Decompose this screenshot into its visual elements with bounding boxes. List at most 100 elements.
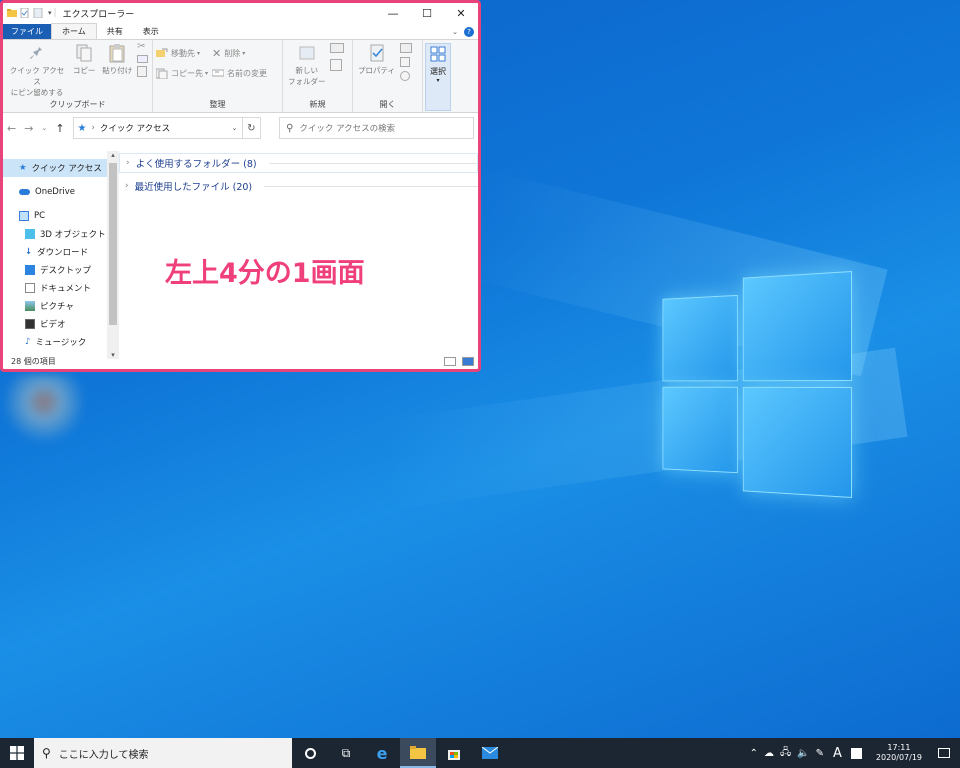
edge-button[interactable]: e [364,738,400,768]
chevron-up-icon[interactable]: ⌃ [750,748,758,759]
volume-icon[interactable]: 🔈 [797,748,809,759]
taskbar-search[interactable]: ⚲ ここに入力して検索 [34,738,292,768]
nav-label: ドキュメント [40,284,92,294]
tab-home[interactable]: ホーム [51,23,97,39]
new-folder-label-1: 新しい [295,66,319,75]
organize-group-label: 整理 [209,100,226,109]
copy-to-button[interactable]: コピー先 ▾ [156,63,208,83]
new-folder-button[interactable]: 新しい フォルダー [288,43,326,87]
video-icon [25,319,35,329]
open-group-label: 開く [379,100,396,109]
select-button[interactable]: 選択 ▾ [425,43,451,111]
input-method-icon[interactable] [850,747,862,759]
scroll-up-icon[interactable]: ▴ [107,151,119,159]
window-title: エクスプローラー [62,9,135,20]
nav-item-music[interactable]: ♪ ミュージック [3,333,107,351]
desktop-icon-blurred[interactable] [4,374,86,444]
new-item-icon[interactable] [330,43,345,53]
scroll-thumb[interactable] [109,163,117,325]
edit-icon[interactable] [399,57,410,67]
tab-share[interactable]: 共有 [97,24,133,39]
details-view-icon[interactable] [444,356,456,366]
start-button[interactable] [0,738,34,768]
download-arrow-icon: ↓ [25,247,33,257]
nav-scrollbar[interactable]: ▴ ▾ [107,151,119,359]
new-folder-quick-icon[interactable] [33,8,43,18]
paste-button[interactable]: 貼り付け [102,43,132,76]
network-icon[interactable]: 🖧 [780,745,791,762]
help-icon[interactable]: ? [464,27,474,37]
pin-quick-access-button[interactable]: クイック アクセス にピン留めする [8,43,66,98]
copy-path-icon[interactable] [137,55,149,63]
paste-shortcut-icon[interactable] [137,66,148,77]
paste-icon [109,44,125,63]
navigation-pane[interactable]: ★ クイック アクセス OneDrive PC 3D オブジェクト ↓ ダウンロード… [3,151,107,359]
mail-button[interactable] [472,738,508,768]
maximize-button[interactable]: ☐ [410,7,444,20]
clock[interactable]: 17:11 2020/07/19 [876,743,922,763]
minimize-button[interactable]: — [376,7,410,20]
close-button[interactable]: ✕ [444,7,478,20]
pin-label-1: クイック アクセス [9,66,65,86]
onedrive-tray-icon[interactable]: ☁ [764,748,774,759]
history-icon[interactable] [399,71,410,81]
frequent-folders-section[interactable]: › よく使用するフォルダー (8) [119,153,478,173]
mail-icon [482,747,498,759]
nav-label: ダウンロード [37,248,89,258]
pin-icon [30,45,42,59]
nav-item-videos[interactable]: ビデオ [3,315,107,333]
nav-item-onedrive[interactable]: OneDrive [3,183,107,201]
nav-item-downloads[interactable]: ↓ ダウンロード [3,243,107,261]
search-icon: ⚲ [286,122,294,134]
tab-file[interactable]: ファイル [3,24,51,39]
properties-button[interactable]: プロパティ [358,43,395,76]
refresh-button[interactable]: ↻ [242,117,262,139]
nav-item-pictures[interactable]: ピクチャ [3,297,107,315]
open-icon[interactable] [399,43,412,53]
title-bar[interactable]: ▾ | エクスプローラー — ☐ ✕ [3,3,478,23]
rename-button[interactable]: 名前の変更 [212,63,267,83]
nav-item-desktop[interactable]: デスクトップ [3,261,107,279]
search-box[interactable]: ⚲ クイック アクセスの検索 [279,117,474,139]
expand-ribbon-icon[interactable]: ⌄ [452,28,458,36]
explorer-taskbar-button[interactable] [400,738,436,768]
easy-access-icon[interactable] [330,59,343,71]
paste-label: 貼り付け [102,66,133,75]
move-icon [156,48,168,57]
properties-quick-icon[interactable] [20,8,30,18]
nav-item-pc[interactable]: PC [3,207,107,225]
up-arrow-icon[interactable]: ↑ [55,122,64,135]
store-button[interactable] [436,738,472,768]
cut-icon[interactable]: ✂ [137,41,148,52]
store-bag-icon [448,750,460,760]
notification-icon[interactable] [938,748,950,758]
tab-view[interactable]: 表示 [133,24,169,39]
nav-label: PC [34,211,46,221]
ime-mode[interactable]: A [833,746,842,761]
content-pane[interactable]: › よく使用するフォルダー (8) › 最近使用したファイル (20) 左上4分の1… [119,151,478,359]
quick-access-toolbar-dropdown[interactable]: ▾ [48,9,52,17]
date: 2020/07/19 [875,753,922,762]
task-view-button[interactable]: ⧉ [328,738,364,768]
forward-arrow-icon[interactable]: → [24,122,33,135]
back-arrow-icon[interactable]: ← [7,122,16,135]
nav-item-documents[interactable]: ドキュメント [3,279,107,297]
star-icon: ★ [77,122,87,134]
address-dropdown-icon[interactable]: ⌄ [232,124,238,132]
nav-item-3d-objects[interactable]: 3D オブジェクト [3,225,107,243]
explorer-window[interactable]: ▾ | エクスプローラー — ☐ ✕ ファイル ホーム 共有 表示 ⌄ ? クイ… [0,0,481,372]
copy-button[interactable]: コピー [73,43,95,76]
status-bar: 28 個の項目 [3,353,478,369]
large-icons-view-icon[interactable] [462,356,474,366]
time: 17:11 [887,743,911,752]
address-bar[interactable]: ★ › クイック アクセス ⌄ [72,117,243,139]
pen-icon[interactable]: ✎ [816,748,824,759]
move-to-button[interactable]: 移動先 ▾ [156,43,208,63]
explorer-body: ★ クイック アクセス OneDrive PC 3D オブジェクト ↓ ダウンロード… [3,151,478,359]
delete-button[interactable]: ✕ 削除 ▾ [212,43,267,63]
recent-dropdown-icon[interactable]: ⌄ [41,124,47,132]
recent-files-section[interactable]: › 最近使用したファイル (20) [119,176,478,196]
nav-item-quick-access[interactable]: ★ クイック アクセス [3,159,107,177]
properties-label: プロパティ [358,66,396,75]
cortana-button[interactable] [292,738,328,768]
